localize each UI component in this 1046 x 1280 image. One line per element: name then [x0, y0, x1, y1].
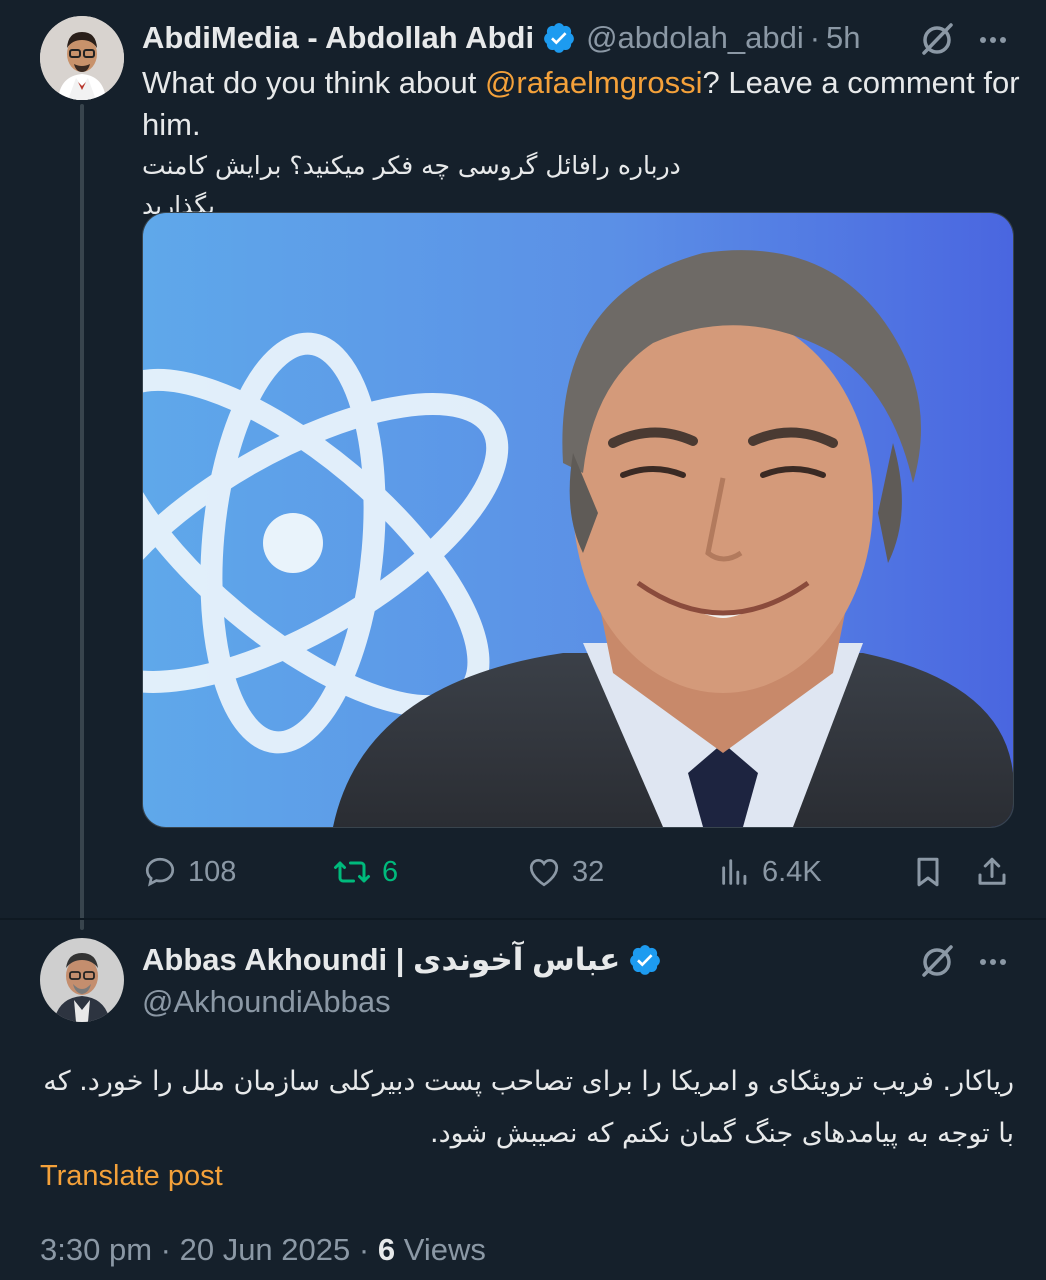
bookmark-button[interactable]	[910, 846, 956, 898]
tweet2-text: ریاکار. فریب ترویئکای و امریکا را برای ت…	[43, 1066, 1014, 1149]
tweet1-text: What do you think about @rafaelmgrossi? …	[142, 62, 1022, 146]
tweet2-views-label: Views	[403, 1232, 486, 1267]
tweet2-meta: 3:30 pm · 20 Jun 2025 · 6 Views	[40, 1228, 486, 1272]
more-options-icon[interactable]	[975, 944, 1011, 980]
avatar-akhoundi[interactable]	[40, 938, 124, 1022]
tweet1-handle[interactable]: @abdolah_abdi	[586, 18, 804, 58]
share-button[interactable]	[974, 846, 1020, 898]
thread-connector-line	[80, 104, 84, 930]
tweet2-views-count: 6	[377, 1232, 396, 1267]
tweet2-handle[interactable]: @AkhoundiAbbas	[142, 980, 391, 1024]
repost-button[interactable]: 6	[332, 846, 398, 898]
like-button[interactable]: 32	[526, 846, 604, 898]
tweet2-time[interactable]: 3:30 pm	[40, 1232, 152, 1267]
verified-badge-icon	[542, 21, 576, 55]
reply-icon	[145, 857, 175, 887]
tweet1-header: AbdiMedia - Abdollah Abdi @abdolah_abdi …	[142, 18, 861, 58]
mention-link[interactable]: @rafaelmgrossi	[485, 65, 703, 100]
avatar-abdi[interactable]	[40, 16, 124, 100]
reply-count: 108	[188, 855, 237, 888]
tweet1-time[interactable]: 5h	[826, 18, 860, 58]
repost-icon	[334, 861, 370, 883]
tweet1-action-bar: 108 6 32 6.4K	[142, 846, 1022, 898]
tweet2-display-name[interactable]: Abbas Akhoundi | عباس آخوندی	[142, 940, 620, 980]
grok-icon[interactable]	[918, 20, 956, 58]
tweet2-header: Abbas Akhoundi | عباس آخوندی	[142, 940, 662, 980]
tweet-divider	[0, 918, 1046, 920]
separator-dot: ·	[809, 20, 821, 55]
analytics-icon	[722, 859, 747, 885]
tweet1-photo[interactable]	[142, 212, 1014, 828]
share-icon	[978, 857, 1006, 885]
translate-post-link[interactable]: Translate post	[40, 1156, 223, 1196]
separator-dot: ·	[160, 1232, 171, 1267]
more-options-icon[interactable]	[975, 22, 1011, 58]
reply-button[interactable]: 108	[142, 846, 236, 898]
tweet1-display-name[interactable]: AbdiMedia - Abdollah Abdi	[142, 18, 534, 58]
views-button[interactable]: 6.4K	[718, 846, 822, 898]
tweet2-date[interactable]: 20 Jun 2025	[180, 1232, 351, 1267]
separator-dot: ·	[358, 1232, 370, 1267]
bookmark-icon	[917, 857, 939, 887]
repost-count: 6	[382, 855, 399, 888]
verified-badge-icon	[628, 943, 662, 977]
views-count: 6.4K	[762, 855, 822, 888]
tweet1-text-before: What do you think about	[142, 65, 485, 100]
grok-icon[interactable]	[918, 942, 956, 980]
like-count: 32	[572, 855, 605, 888]
heart-icon	[529, 858, 559, 887]
